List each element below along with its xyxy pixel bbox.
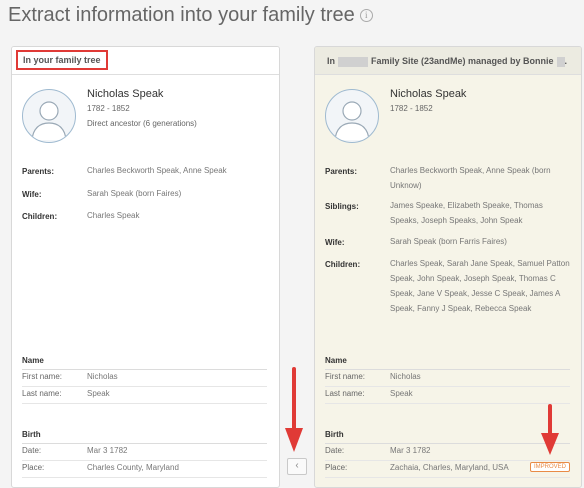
relationship-text: Direct ancestor (6 generations)	[87, 119, 197, 128]
birth-date-value: Mar 3 1782	[390, 446, 431, 455]
first-name-row: First name: Nicholas	[325, 369, 570, 387]
name-section-title: Name	[325, 356, 570, 370]
birth-place-label: Place:	[22, 463, 45, 472]
first-name-value: Nicholas	[87, 372, 118, 381]
birth-section-title: Birth	[22, 430, 267, 444]
siblings-label: Siblings:	[325, 202, 359, 211]
person-dates: 1782 - 1852	[390, 104, 433, 113]
red-arrow-down-icon	[285, 367, 303, 452]
children-label: Children:	[325, 260, 361, 269]
wife-value: Sarah Speak (born Farris Faires)	[390, 237, 507, 246]
person-name: Nicholas Speak	[390, 88, 467, 100]
source-header: In Family Site (23andMe) managed by Bonni…	[327, 56, 567, 67]
parents-value: Charles Beckworth Speak, Anne Speak (bor…	[390, 166, 551, 190]
wife-label: Wife:	[22, 190, 42, 199]
birth-place-row: Place: Zachaia, Charles, Maryland, USA I…	[325, 460, 571, 478]
birth-place-label: Place:	[325, 463, 348, 472]
panel-header: In your family tree	[12, 47, 279, 75]
first-name-label: First name:	[22, 372, 63, 381]
last-name-label: Last name:	[22, 389, 62, 398]
avatar	[325, 89, 379, 143]
birth-date-label: Date:	[22, 446, 42, 455]
person-silhouette-icon	[31, 101, 67, 141]
header-site-text: Family Site (23andMe) managed by Bonnie	[371, 56, 554, 66]
birth-place-value: Charles County, Maryland	[87, 463, 179, 472]
person-name: Nicholas Speak	[87, 88, 164, 100]
first-name-label: First name:	[325, 372, 366, 381]
last-name-value: Speak	[390, 389, 413, 398]
panel-header: In Family Site (23andMe) managed by Bonni…	[315, 47, 581, 75]
person-silhouette-icon	[334, 101, 370, 141]
wife-label: Wife:	[325, 238, 345, 247]
info-icon[interactable]: i	[359, 9, 373, 23]
birth-date-row: Date: Mar 3 1782	[325, 443, 570, 461]
redacted-text	[556, 56, 565, 67]
children-value: Charles Speak	[87, 211, 140, 220]
first-name-row: First name: Nicholas	[22, 369, 267, 387]
children-label: Children:	[22, 212, 58, 221]
family-tree-panel: In your family tree Nicholas Speak 1782 …	[11, 46, 280, 488]
highlighted-header-label: In your family tree	[16, 50, 108, 70]
person-dates: 1782 - 1852	[87, 104, 130, 113]
copy-left-button[interactable]: ‹	[287, 458, 307, 475]
wife-value: Sarah Speak (born Faires)	[87, 189, 182, 198]
last-name-row: Last name: Speak	[325, 386, 570, 404]
birth-place-row: Place: Charles County, Maryland	[22, 460, 267, 478]
parents-value: Charles Beckworth Speak, Anne Speak	[87, 166, 227, 175]
improved-badge: IMPROVED	[530, 462, 571, 472]
redacted-text	[338, 56, 368, 67]
last-name-label: Last name:	[325, 389, 365, 398]
children-value: Charles Speak, Sarah Jane Speak, Samuel …	[390, 259, 570, 313]
page-title: Extract information into your family tre…	[8, 4, 373, 27]
birth-date-value: Mar 3 1782	[87, 446, 128, 455]
red-arrow-down-icon	[541, 404, 559, 455]
avatar	[22, 89, 76, 143]
last-name-row: Last name: Speak	[22, 386, 267, 404]
last-name-value: Speak	[87, 389, 110, 398]
name-section-title: Name	[22, 356, 267, 370]
birth-place-value: Zachaia, Charles, Maryland, USA	[390, 463, 509, 472]
birth-section-title: Birth	[325, 430, 570, 444]
parents-label: Parents:	[22, 167, 55, 176]
birth-date-label: Date:	[325, 446, 345, 455]
siblings-value: James Speake, Elizabeth Speake, Thomas S…	[390, 201, 543, 225]
first-name-value: Nicholas	[390, 372, 421, 381]
parents-label: Parents:	[325, 167, 358, 176]
birth-date-row: Date: Mar 3 1782	[22, 443, 267, 461]
header-in-text: In	[327, 56, 335, 66]
header-end-text: .	[564, 56, 568, 66]
